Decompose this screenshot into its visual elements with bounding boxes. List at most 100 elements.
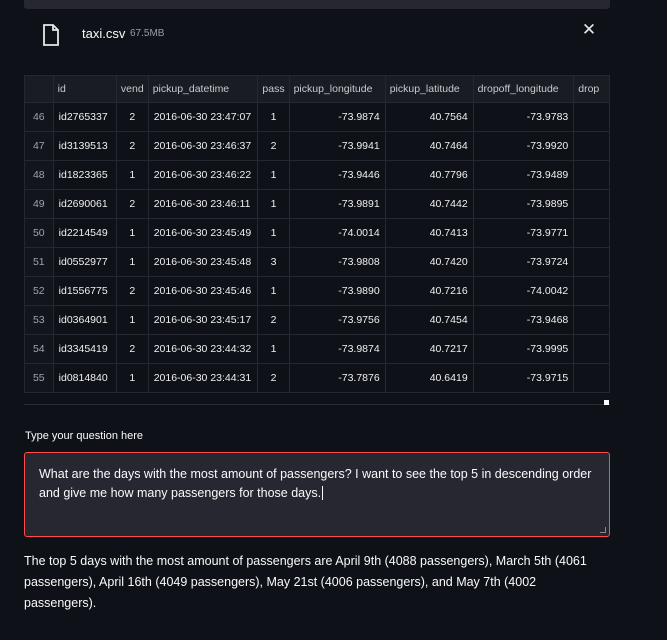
column-header[interactable]: pickup_datetime (147, 75, 259, 103)
question-textarea[interactable]: What are the days with the most amount o… (24, 452, 610, 537)
table-row[interactable]: 53 id0364901 1 2016-06-30 23:45:17 2 -73.9756… (24, 305, 610, 335)
table-cell[interactable]: id3345419 (52, 334, 117, 364)
table-cell[interactable]: 2016-06-30 23:47:07 (147, 102, 259, 132)
table-cell[interactable]: -73.9874 (288, 334, 386, 364)
table-cell[interactable]: -73.9874 (288, 102, 386, 132)
table-row[interactable]: 49 id2690061 2 2016-06-30 23:46:11 1 -73.9891… (24, 189, 610, 219)
table-cell[interactable]: -74.0042 (472, 276, 575, 306)
close-icon[interactable]: ✕ (580, 21, 598, 39)
table-cell[interactable]: 2016-06-30 23:44:31 (147, 363, 259, 393)
column-header[interactable]: vend (115, 75, 149, 103)
table-cell[interactable]: 2 (115, 334, 149, 364)
table-cell[interactable]: -73.9920 (472, 131, 575, 161)
table-cell[interactable]: 2016-06-30 23:46:22 (147, 160, 259, 190)
table-cell[interactable]: 1 (257, 160, 290, 190)
table-cell[interactable]: 1 (257, 334, 290, 364)
table-cell[interactable]: 1 (257, 189, 290, 219)
table-row[interactable]: 47 id3139513 2 2016-06-30 23:46:37 2 -73.9941… (24, 131, 610, 161)
table-cell[interactable]: 40.7217 (384, 334, 474, 364)
table-cell[interactable]: 2 (115, 276, 149, 306)
table-row[interactable]: 55 id0814840 1 2016-06-30 23:44:31 2 -73.7876… (24, 363, 610, 393)
table-cell[interactable]: 2 (257, 363, 290, 393)
table-cell[interactable]: id0814840 (52, 363, 117, 393)
table-cell[interactable]: 1 (257, 102, 290, 132)
table-cell[interactable] (573, 131, 610, 161)
table-cell[interactable]: -73.9446 (288, 160, 386, 190)
table-cell[interactable]: 40.7442 (384, 189, 474, 219)
table-cell[interactable]: 1 (115, 160, 149, 190)
table-cell[interactable]: 1 (257, 218, 290, 248)
table-row[interactable]: 54 id3345419 2 2016-06-30 23:44:32 1 -73.9874… (24, 334, 610, 364)
table-cell[interactable]: 2016-06-30 23:44:32 (147, 334, 259, 364)
table-cell[interactable]: -73.9941 (288, 131, 386, 161)
table-cell[interactable]: id2765337 (52, 102, 117, 132)
table-cell[interactable]: 1 (115, 363, 149, 393)
table-row[interactable]: 51 id0552977 1 2016-06-30 23:45:48 3 -73.9808… (24, 247, 610, 277)
table-cell[interactable]: 2 (257, 305, 290, 335)
dataframe-table[interactable]: id vend pickup_datetime pass pickup_longitud… (24, 75, 610, 405)
table-cell[interactable]: -74.0014 (288, 218, 386, 248)
table-cell[interactable]: 2 (115, 189, 149, 219)
table-cell[interactable]: 2 (115, 131, 149, 161)
table-row[interactable]: 46 id2765337 2 2016-06-30 23:47:07 1 -73.9874… (24, 102, 610, 132)
table-cell[interactable]: id2690061 (52, 189, 117, 219)
table-cell[interactable]: id0552977 (52, 247, 117, 277)
table-cell[interactable]: 40.7420 (384, 247, 474, 277)
table-cell[interactable]: 1 (257, 276, 290, 306)
table-cell[interactable]: 40.6419 (384, 363, 474, 393)
index-header[interactable] (24, 75, 54, 103)
table-cell[interactable]: -73.9724 (472, 247, 575, 277)
table-cell[interactable] (573, 305, 610, 335)
table-cell[interactable]: 2016-06-30 23:45:48 (147, 247, 259, 277)
table-cell[interactable]: 1 (115, 218, 149, 248)
table-cell[interactable]: 1 (115, 247, 149, 277)
table-cell[interactable]: 40.7454 (384, 305, 474, 335)
table-cell[interactable]: 2016-06-30 23:46:11 (147, 189, 259, 219)
table-cell[interactable]: 40.7216 (384, 276, 474, 306)
table-row[interactable]: 52 id1556775 2 2016-06-30 23:45:46 1 -73.9890… (24, 276, 610, 306)
table-cell[interactable]: 2016-06-30 23:46:37 (147, 131, 259, 161)
table-cell[interactable]: 3 (257, 247, 290, 277)
table-cell[interactable]: id0364901 (52, 305, 117, 335)
table-cell[interactable]: -73.9756 (288, 305, 386, 335)
table-cell[interactable]: -73.9808 (288, 247, 386, 277)
column-header[interactable]: id (52, 75, 117, 103)
table-cell[interactable]: -73.7876 (288, 363, 386, 393)
table-cell[interactable]: -73.9890 (288, 276, 386, 306)
column-header[interactable]: pass (257, 75, 290, 103)
table-cell[interactable]: 2016-06-30 23:45:49 (147, 218, 259, 248)
table-cell[interactable] (573, 363, 610, 393)
table-cell[interactable]: 2 (257, 131, 290, 161)
table-cell[interactable]: 40.7413 (384, 218, 474, 248)
table-cell[interactable]: -73.9771 (472, 218, 575, 248)
table-cell[interactable] (573, 102, 610, 132)
table-cell[interactable]: -73.9783 (472, 102, 575, 132)
table-cell[interactable] (573, 160, 610, 190)
table-cell[interactable]: id3139513 (52, 131, 117, 161)
table-cell[interactable]: -73.9891 (288, 189, 386, 219)
table-cell[interactable]: -73.9995 (472, 334, 575, 364)
table-resize-handle[interactable] (604, 400, 609, 405)
table-cell[interactable] (573, 334, 610, 364)
table-cell[interactable]: 40.7796 (384, 160, 474, 190)
table-cell[interactable] (573, 189, 610, 219)
table-cell[interactable]: -73.9468 (472, 305, 575, 335)
table-cell[interactable] (573, 218, 610, 248)
table-row[interactable]: 50 id2214549 1 2016-06-30 23:45:49 1 -74.0014… (24, 218, 610, 248)
table-cell[interactable]: 40.7464 (384, 131, 474, 161)
column-header[interactable]: pickup_latitude (384, 75, 474, 103)
table-row[interactable]: 48 id1823365 1 2016-06-30 23:46:22 1 -73.9446… (24, 160, 610, 190)
table-cell[interactable]: id1556775 (52, 276, 117, 306)
table-cell[interactable] (573, 276, 610, 306)
table-cell[interactable] (573, 247, 610, 277)
column-header[interactable]: pickup_longitude (288, 75, 386, 103)
table-cell[interactable]: 2016-06-30 23:45:46 (147, 276, 259, 306)
column-header[interactable]: drop (573, 75, 610, 103)
column-header[interactable]: dropoff_longitude (472, 75, 575, 103)
table-cell[interactable]: -73.9715 (472, 363, 575, 393)
textarea-resize-grip[interactable] (600, 527, 606, 533)
table-cell[interactable]: id1823365 (52, 160, 117, 190)
table-cell[interactable]: id2214549 (52, 218, 117, 248)
table-cell[interactable]: -73.9895 (472, 189, 575, 219)
table-cell[interactable]: 2 (115, 102, 149, 132)
